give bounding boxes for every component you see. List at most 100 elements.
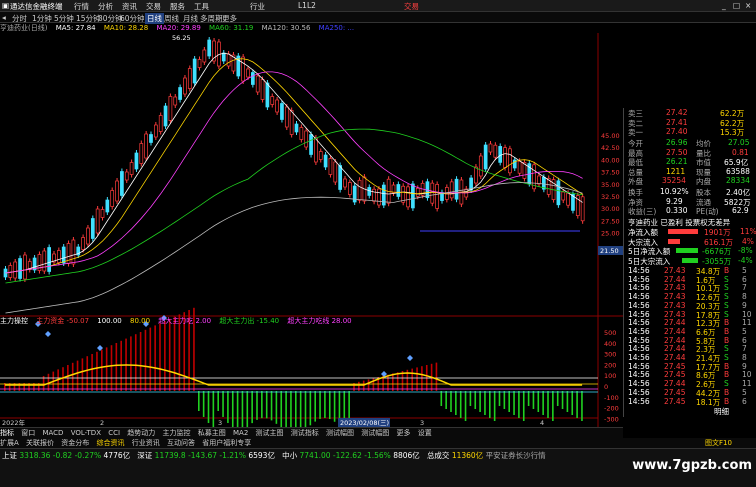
menu-service[interactable]: 服务 [170, 1, 185, 12]
indicator-bar [459, 391, 462, 418]
candle [124, 169, 129, 183]
indicator-bar [513, 391, 515, 415]
kline-chart[interactable]: 45.00 42.50 40.00 37.50 35.00 32.50 30.00 27.50… [0, 33, 623, 427]
tab-settings[interactable]: 设置 [418, 429, 432, 437]
svg-text:-200: -200 [604, 405, 619, 413]
maximize-icon[interactable]: □ [733, 1, 740, 10]
indicator-bar [149, 327, 152, 391]
ma60-label: MA60: 31.19 [209, 24, 254, 32]
candle [90, 215, 95, 242]
tab-more[interactable]: 更多 [396, 429, 410, 437]
indicator-bar [411, 368, 413, 391]
close-icon[interactable]: × [745, 1, 751, 10]
menu-industry[interactable]: 行业 [250, 1, 265, 12]
subtab-welfare[interactable]: 省用户福利专享 [202, 439, 251, 447]
ma10-label: MA10: 28.28 [103, 24, 149, 32]
high-row: 最高 27.50 量比 0.81 [628, 147, 749, 158]
candle [299, 124, 304, 143]
indicator-bar [450, 391, 452, 412]
tab-ma2[interactable]: MA2 [233, 429, 248, 437]
candle [280, 100, 284, 123]
ma-line [5, 58, 583, 274]
indicator-axis: 500 400 300 200 100 0 -100 -200 -300 [604, 329, 619, 423]
indicator-bar [227, 391, 229, 423]
tab-indicator[interactable]: 指标 [0, 429, 14, 437]
indicator-bar [503, 391, 506, 409]
tab-private[interactable]: 私募主图 [198, 429, 226, 437]
menu-tools[interactable]: 工具 [194, 1, 209, 12]
candle [120, 168, 124, 199]
tab-window[interactable]: 窗口 [21, 429, 35, 437]
ma5-label: MA5: 27.84 [55, 24, 96, 32]
subtab-f10[interactable]: 图文F10 [705, 438, 732, 448]
svg-text:40.00: 40.00 [601, 156, 620, 164]
menu-news[interactable]: 资讯 [122, 1, 137, 12]
indicator-bar [392, 373, 394, 391]
candle [95, 206, 100, 236]
tab-monitor[interactable]: 主力监控 [163, 429, 191, 437]
candle [251, 69, 255, 88]
candle [149, 131, 153, 146]
candle [294, 121, 299, 135]
tab-macd[interactable]: MACD [42, 429, 63, 437]
indicator-bar [576, 391, 578, 418]
notice-row: 亨迪药业 已盈利 投票权无差异 [628, 218, 731, 227]
svg-text:200: 200 [604, 361, 616, 369]
turnover-row: 换手 10.92% 股本 2.40亿 [628, 187, 751, 197]
tab-cci[interactable]: CCI [108, 429, 120, 437]
candle [493, 142, 498, 161]
back-icon[interactable]: ◂ [2, 13, 6, 22]
subtab-fund[interactable]: 资金分布 [61, 439, 89, 447]
menu-analysis[interactable]: 分析 [98, 1, 113, 12]
indicator-bar [86, 356, 89, 391]
tab-test-sub1[interactable]: 测试幅图 [326, 429, 354, 437]
menu-quotes[interactable]: 行情 [74, 1, 89, 12]
indicator-bar [319, 391, 321, 419]
candle [158, 112, 163, 135]
svg-text:0: 0 [604, 383, 608, 391]
trade-button[interactable]: 交易 [404, 1, 419, 12]
high-label: 56.25 [172, 34, 191, 42]
flow-row-0: 净流入额 1901万 11% [628, 227, 756, 237]
tab-test-main[interactable]: 测试主图 [256, 429, 284, 437]
candle [163, 103, 168, 129]
indicator-bar [518, 391, 520, 418]
subtab-related[interactable]: 关联报价 [26, 439, 54, 447]
detail-tab[interactable]: 明细 [714, 406, 729, 417]
svg-text:100: 100 [604, 372, 616, 380]
indicator-bar [265, 391, 268, 419]
candle [207, 37, 212, 59]
candle [328, 155, 333, 178]
subtab-industry[interactable]: 行业资讯 [132, 439, 160, 447]
indicator-bar [256, 391, 258, 420]
indicator-name[interactable]: 主力操控 [0, 317, 28, 325]
tab-test-sub2[interactable]: 测试幅图 [361, 429, 389, 437]
candle [168, 93, 173, 124]
menu-trade[interactable]: 交易 [146, 1, 161, 12]
candle [367, 184, 372, 199]
candle [522, 159, 527, 182]
subtab-qa[interactable]: 互动问答 [167, 439, 195, 447]
tab-trend[interactable]: 趋势动力 [127, 429, 155, 437]
candle [129, 159, 134, 178]
candle [556, 177, 561, 208]
indicator-bar [285, 391, 287, 427]
candle [134, 150, 139, 172]
candle [173, 94, 178, 108]
minimize-icon[interactable]: _ [722, 1, 726, 10]
indicator-bar [236, 391, 239, 427]
indicator-bar [522, 391, 525, 421]
subtab-ext[interactable]: 扩展A [0, 439, 19, 447]
tab-vol[interactable]: VOL-TDX [71, 429, 101, 437]
indicator-bar [455, 391, 457, 415]
subtab-news[interactable]: 综合资讯 [97, 439, 125, 447]
indicator-bar [96, 351, 98, 391]
tab-test-ind[interactable]: 测试指标 [291, 429, 319, 437]
candle [178, 84, 182, 103]
menu-l1l2[interactable]: L1L2 [298, 1, 316, 10]
candle [571, 191, 575, 214]
candle [270, 93, 275, 108]
indicator-bar [304, 391, 307, 427]
date-label-0: 2022年 [2, 418, 26, 427]
date-label-5: 4 [540, 419, 544, 427]
